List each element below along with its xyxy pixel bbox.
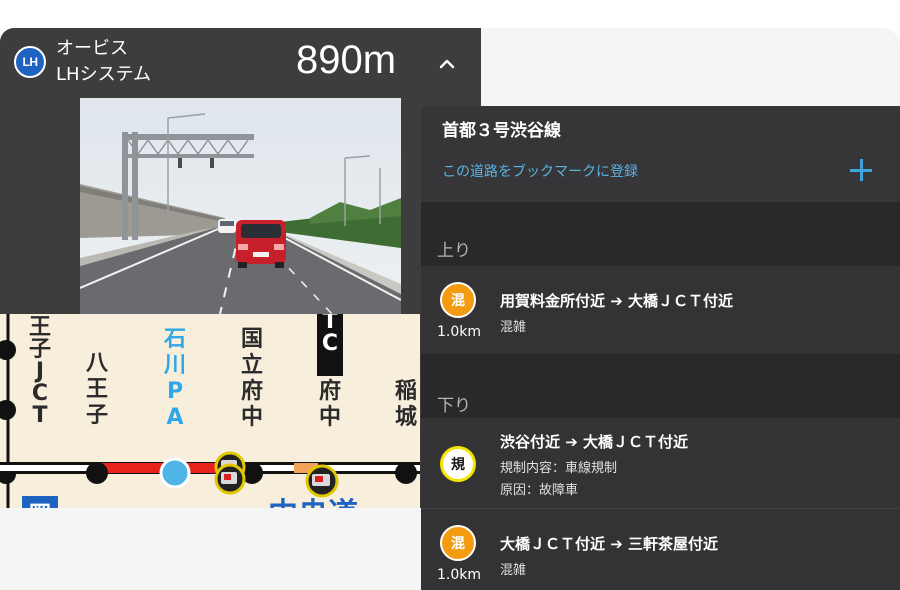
- station-char: 稲: [395, 379, 417, 404]
- orbis-title: オービス LHシステム: [56, 36, 151, 88]
- panel-header: 首都３号渋谷線 この道路をブックマークに登録: [421, 106, 900, 202]
- station-char: 府: [241, 378, 263, 404]
- chevron-up-icon: [439, 59, 455, 69]
- section-down: 下り: [421, 354, 900, 418]
- station-char: 川: [163, 353, 186, 378]
- congestion-icon: 混: [440, 525, 476, 561]
- section-label-down: 下り: [437, 396, 471, 416]
- station-label-etc: T C 府 中: [317, 314, 343, 430]
- item-title: 大橋ＪＣＴ付近 ➔ 三軒茶屋付近: [500, 535, 719, 553]
- route-strip: 王 子 J C T 八 王 子 石 川 P A 国 立 府 中 T C 府 中 …: [0, 314, 481, 508]
- station-char: 子: [86, 403, 108, 428]
- station-char: 王: [86, 377, 108, 402]
- station-char: 中: [319, 405, 341, 430]
- station-char: C: [322, 331, 338, 356]
- item-cause: 原因：故障車: [500, 483, 579, 498]
- traffic-item[interactable]: 規 渋谷付近 ➔ 大橋ＪＣＴ付近 規制内容：車線規制 原因：故障車: [421, 418, 900, 508]
- lh-badge-icon: LH: [14, 46, 46, 78]
- road-name-label: 中央道: [268, 497, 358, 508]
- regulation-icon: 規: [440, 446, 476, 482]
- orbis-distance: 890m: [296, 38, 397, 82]
- section-label-up: 上り: [437, 241, 471, 261]
- congestion-icon: 混: [440, 282, 476, 318]
- left-sign: 圏: [29, 503, 51, 508]
- item-distance: 1.0km: [436, 324, 481, 340]
- traffic-item[interactable]: 混 1.0km 用賀料金所付近 ➔ 大橋ＪＣＴ付近 混雑: [421, 266, 900, 354]
- orbis-title-line2: LHシステム: [56, 64, 152, 85]
- orbis-marker-icon[interactable]: [214, 463, 246, 495]
- station-char: A: [166, 405, 183, 430]
- station-char: T: [32, 403, 47, 428]
- station-label-pa: 石 川 P A: [163, 327, 186, 430]
- station-node: [86, 462, 108, 484]
- pa-node: [159, 457, 191, 489]
- item-distance: 1.0km: [436, 567, 481, 583]
- app-screen: LH オービス LHシステム 890m 王 子 J C T 八 王 子 石 川 …: [0, 0, 900, 590]
- add-bookmark-button[interactable]: [849, 158, 873, 182]
- station-label: 国 立 府 中: [241, 327, 263, 430]
- orbis-header: LH オービス LHシステム 890m: [0, 28, 481, 98]
- station-label: 稲 城: [395, 379, 417, 430]
- orbis-title-line1: オービス: [56, 38, 128, 59]
- orbis-camera-photo: [80, 98, 401, 314]
- item-status: 混雑: [500, 563, 527, 578]
- station-char: P: [167, 379, 183, 404]
- station-char: 城: [395, 404, 417, 430]
- collapse-button[interactable]: [432, 50, 462, 76]
- station-label: 八 王 子: [86, 351, 109, 428]
- item-status: 混雑: [500, 320, 527, 335]
- station-char: 国: [241, 327, 263, 352]
- item-title: 渋谷付近 ➔ 大橋ＪＣＴ付近: [500, 433, 689, 451]
- bookmark-link[interactable]: この道路をブックマークに登録: [442, 161, 638, 181]
- orbis-marker-icon[interactable]: [305, 464, 339, 498]
- traffic-item[interactable]: 混 1.0km 大橋ＪＣＴ付近 ➔ 三軒茶屋付近 混雑: [421, 508, 900, 590]
- orbis-card: LH オービス LHシステム 890m 王 子 J C T 八 王 子 石 川 …: [0, 28, 481, 508]
- section-up: 上り: [421, 202, 900, 266]
- station-char: 中: [241, 405, 263, 430]
- item-regulation: 規制内容：車線規制: [500, 461, 618, 476]
- traffic-panel: 首都３号渋谷線 この道路をブックマークに登録 上り 混 1.0km 用賀料金所付…: [421, 106, 900, 590]
- station-node: [395, 462, 417, 484]
- station-char: 石: [163, 327, 186, 352]
- station-char: 立: [241, 352, 263, 378]
- station-char: 府: [319, 378, 341, 404]
- item-title: 用賀料金所付近 ➔ 大橋ＪＣＴ付近: [500, 292, 734, 310]
- station-char: 八: [86, 351, 109, 376]
- road-title: 首都３号渋谷線: [442, 121, 561, 141]
